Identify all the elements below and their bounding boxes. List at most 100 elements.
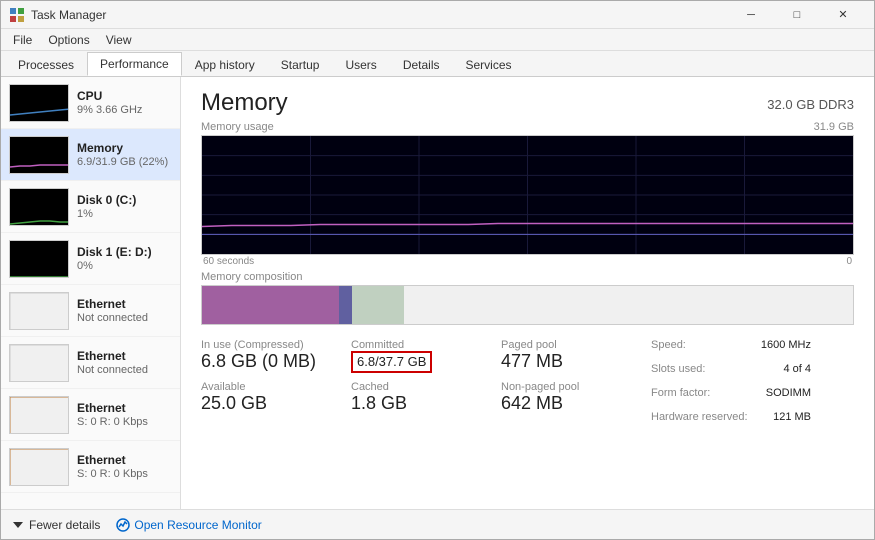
stat-slots-label: Slots used: [651, 363, 705, 375]
title-bar-left: Task Manager [9, 7, 106, 23]
eth2-info: Ethernet Not connected [77, 349, 172, 376]
stat-committed: Committed 6.8/37.7 GB [351, 339, 471, 373]
stat-non-paged-pool: Non-paged pool 642 MB [501, 381, 621, 415]
stat-slots-value: 4 of 4 [783, 363, 811, 375]
stat-available-label: Available [201, 381, 321, 393]
tab-details[interactable]: Details [390, 52, 453, 76]
cpu-info: CPU 9% 3.66 GHz [77, 89, 172, 116]
detail-title: Memory [201, 89, 288, 117]
memory-usage-section: Memory usage 31.9 GB [181, 121, 874, 267]
eth3-title: Ethernet [77, 401, 172, 415]
disk0-subtitle: 1% [77, 208, 172, 220]
chart-time-labels: 60 seconds 0 [201, 256, 854, 267]
eth4-mini-graph [9, 448, 69, 486]
cpu-title: CPU [77, 89, 172, 103]
sidebar-item-memory[interactable]: Memory 6.9/31.9 GB (22%) [1, 129, 180, 181]
tab-performance[interactable]: Performance [87, 52, 182, 76]
stat-speed-row: Speed: 1600 MHz [651, 339, 811, 351]
tab-services[interactable]: Services [453, 52, 525, 76]
sidebar-item-cpu[interactable]: CPU 9% 3.66 GHz [1, 77, 180, 129]
cpu-mini-graph [9, 84, 69, 122]
stat-hw-reserved-row: Hardware reserved: 121 MB [651, 411, 811, 423]
comp-free [404, 286, 853, 324]
eth1-info: Ethernet Not connected [77, 297, 172, 324]
stat-non-paged-pool-value: 642 MB [501, 393, 621, 415]
disk1-title: Disk 1 (E: D:) [77, 245, 172, 259]
stat-slots-row: Slots used: 4 of 4 [651, 363, 811, 375]
eth2-mini-graph [9, 344, 69, 382]
eth3-subtitle: S: 0 R: 0 Kbps [77, 416, 172, 428]
stats-left-col: In use (Compressed) 6.8 GB (0 MB) Availa… [201, 339, 321, 427]
sidebar-item-disk0[interactable]: Disk 0 (C:) 1% [1, 181, 180, 233]
disk1-info: Disk 1 (E: D:) 0% [77, 245, 172, 272]
chart-time-end: 0 [846, 256, 852, 267]
menu-bar: File Options View [1, 29, 874, 51]
sidebar: CPU 9% 3.66 GHz Memory 6.9/31.9 GB (22%) [1, 77, 181, 509]
memory-chart [201, 135, 854, 255]
stat-form-label: Form factor: [651, 387, 710, 399]
stats-pool-col: Paged pool 477 MB Non-paged pool 642 MB [501, 339, 621, 427]
detail-spec: 32.0 GB DDR3 [767, 97, 854, 112]
sidebar-item-eth3[interactable]: Ethernet S: 0 R: 0 Kbps [1, 389, 180, 441]
stat-paged-pool: Paged pool 477 MB [501, 339, 621, 373]
disk0-mini-graph [9, 188, 69, 226]
chart-label-row: Memory usage 31.9 GB [201, 121, 854, 133]
eth1-mini-graph [9, 292, 69, 330]
chart-max-label: 31.9 GB [814, 121, 854, 133]
disk1-subtitle: 0% [77, 260, 172, 272]
memory-subtitle: 6.9/31.9 GB (22%) [77, 156, 172, 168]
disk1-mini-graph [9, 240, 69, 278]
fewer-details-icon [11, 518, 25, 532]
sidebar-item-disk1[interactable]: Disk 1 (E: D:) 0% [1, 233, 180, 285]
stat-in-use-label: In use (Compressed) [201, 339, 321, 351]
open-resource-monitor-button[interactable]: Open Resource Monitor [116, 518, 261, 532]
maximize-button[interactable]: □ [774, 1, 820, 29]
stat-paged-pool-value: 477 MB [501, 351, 621, 373]
stat-in-use: In use (Compressed) 6.8 GB (0 MB) [201, 339, 321, 373]
disk0-info: Disk 0 (C:) 1% [77, 193, 172, 220]
task-manager-window: Task Manager ─ □ ✕ File Options View Pro… [0, 0, 875, 540]
open-resource-monitor-label: Open Resource Monitor [134, 518, 261, 532]
stat-committed-label: Committed [351, 339, 471, 351]
stat-hw-reserved-value: 121 MB [773, 411, 811, 423]
stat-form-row: Form factor: SODIMM [651, 387, 811, 399]
comp-in-use [202, 286, 339, 324]
stat-cached-value: 1.8 GB [351, 393, 471, 415]
eth3-mini-graph [9, 396, 69, 434]
tab-startup[interactable]: Startup [268, 52, 333, 76]
sidebar-item-eth1[interactable]: Ethernet Not connected [1, 285, 180, 337]
menu-options[interactable]: Options [40, 31, 97, 49]
menu-file[interactable]: File [5, 31, 40, 49]
tab-processes[interactable]: Processes [5, 52, 87, 76]
memory-composition-section: Memory composition [181, 267, 874, 331]
composition-bar [201, 285, 854, 325]
tab-users[interactable]: Users [332, 52, 389, 76]
eth2-subtitle: Not connected [77, 364, 172, 376]
sidebar-item-eth2[interactable]: Ethernet Not connected [1, 337, 180, 389]
eth4-subtitle: S: 0 R: 0 Kbps [77, 468, 172, 480]
memory-mini-graph [9, 136, 69, 174]
memory-info: Memory 6.9/31.9 GB (22%) [77, 141, 172, 168]
stat-committed-highlighted: 6.8/37.7 GB [351, 351, 432, 373]
stat-hw-reserved-label: Hardware reserved: [651, 411, 748, 423]
menu-view[interactable]: View [98, 31, 140, 49]
sidebar-item-eth4[interactable]: Ethernet S: 0 R: 0 Kbps [1, 441, 180, 493]
stat-speed-value: 1600 MHz [761, 339, 811, 351]
minimize-button[interactable]: ─ [728, 1, 774, 29]
app-icon [9, 7, 25, 23]
tab-app-history[interactable]: App history [182, 52, 268, 76]
stats-middle-col: Committed 6.8/37.7 GB Cached 1.8 GB [351, 339, 471, 427]
stat-available-value: 25.0 GB [201, 393, 321, 415]
memory-chart-svg [202, 136, 853, 254]
comp-standby [352, 286, 404, 324]
footer-bar: Fewer details Open Resource Monitor [1, 509, 874, 539]
memory-title: Memory [77, 141, 172, 155]
fewer-details-button[interactable]: Fewer details [11, 518, 100, 532]
window-controls: ─ □ ✕ [728, 1, 866, 29]
eth4-title: Ethernet [77, 453, 172, 467]
cpu-subtitle: 9% 3.66 GHz [77, 104, 172, 116]
stat-cached-label: Cached [351, 381, 471, 393]
stats-section: In use (Compressed) 6.8 GB (0 MB) Availa… [181, 331, 874, 435]
close-button[interactable]: ✕ [820, 1, 866, 29]
title-bar: Task Manager ─ □ ✕ [1, 1, 874, 29]
